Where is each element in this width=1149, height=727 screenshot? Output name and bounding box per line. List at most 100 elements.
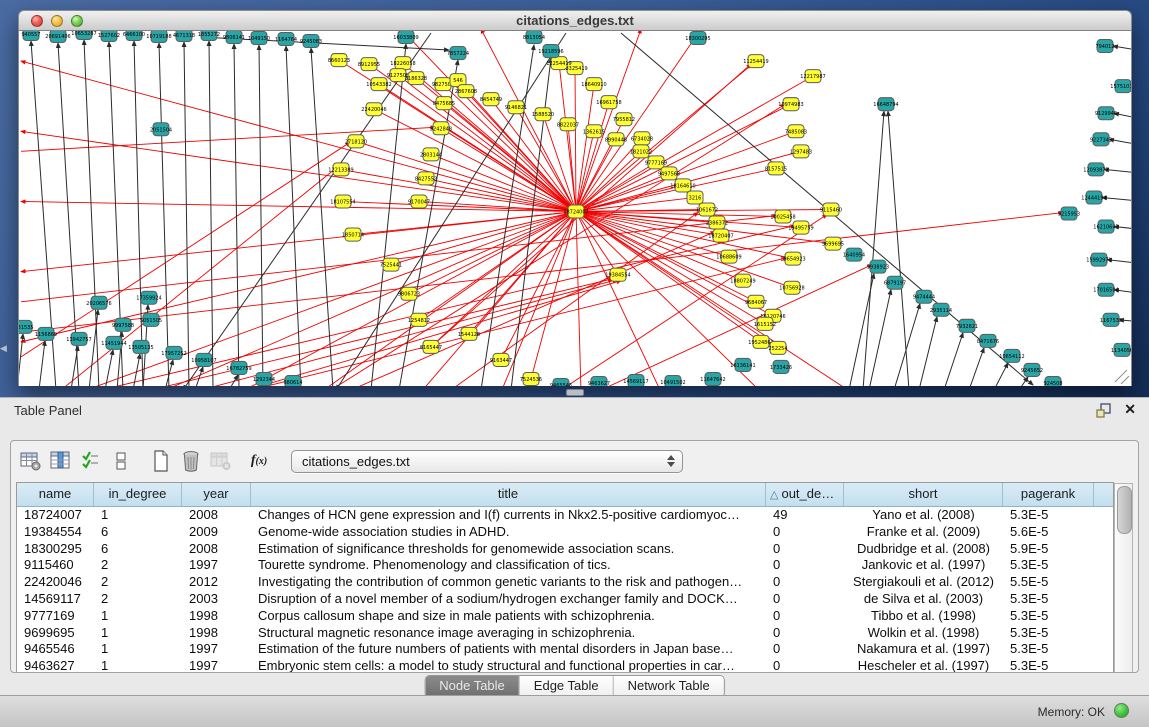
table-row[interactable]: 1830029562008Estimation of significance … — [17, 541, 1113, 558]
graph-node[interactable]: 2935114 — [930, 303, 952, 316]
graph-node[interactable]: 1544128 — [458, 327, 480, 340]
graph-node[interactable]: 1615152 — [754, 317, 776, 330]
graph-node[interactable]: 16210643 — [1093, 220, 1118, 233]
graph-node[interactable]: 8822037 — [557, 118, 579, 131]
table-cell[interactable]: 6 — [94, 524, 182, 541]
table-cell[interactable]: 1998 — [182, 625, 251, 642]
table-cell[interactable]: Hescheler et al. (1997) — [844, 658, 1003, 673]
float-panel-icon[interactable] — [1096, 403, 1111, 418]
graph-node[interactable]: 1254812 — [408, 313, 430, 326]
table-cell[interactable]: 18300295 — [17, 541, 94, 558]
table-cell[interactable]: 9463627 — [17, 658, 94, 673]
table-cell[interactable]: Estimation of significance thresholds fo… — [251, 541, 766, 558]
header-cell-name[interactable]: name — [17, 483, 94, 506]
table-cell[interactable]: Jankovic et al. (1997) — [844, 557, 1003, 574]
header-cell-short[interactable]: short — [844, 483, 1003, 506]
graph-node[interactable]: 9146821 — [505, 101, 527, 114]
graph-node[interactable]: 9806723 — [398, 287, 420, 300]
table-cell[interactable]: 1997 — [182, 557, 251, 574]
table-cell[interactable]: 1 — [94, 507, 182, 524]
graph-node[interactable]: 8186328 — [405, 72, 427, 85]
table-cell[interactable]: 1 — [94, 625, 182, 642]
graph-node[interactable]: 7932621 — [956, 319, 978, 332]
graph-node[interactable]: 8165447 — [420, 340, 442, 353]
table-cell[interactable]: Embryonic stem cells: a model to study s… — [251, 658, 766, 673]
graph-node[interactable]: 19495759 — [788, 221, 813, 234]
graph-node[interactable]: 16136141 — [730, 358, 755, 371]
graph-node[interactable]: 9684067 — [745, 295, 767, 308]
graph-node[interactable]: 18640910 — [581, 78, 606, 91]
graph-node[interactable]: 1362615 — [583, 125, 605, 138]
header-cell-title[interactable]: title — [251, 483, 766, 506]
graph-node[interactable]: 7524536 — [520, 372, 542, 385]
graph-node[interactable]: 252254 — [768, 341, 787, 354]
table-cell[interactable]: Corpus callosum shape and size in male p… — [251, 608, 766, 625]
graph-node[interactable]: 9699695 — [822, 237, 844, 250]
vertical-scrollbar[interactable] — [1114, 483, 1133, 673]
graph-node[interactable]: 5051505 — [140, 313, 162, 326]
table-cell[interactable]: 5.3E-5 — [1003, 625, 1094, 642]
table-cell[interactable]: 5.3E-5 — [1003, 641, 1094, 658]
close-panel-icon[interactable]: ✕ — [1124, 401, 1136, 418]
table-cell[interactable]: 0 — [766, 641, 844, 658]
table-cell[interactable]: 6 — [94, 541, 182, 558]
table-cell[interactable]: 18724007 — [17, 507, 94, 524]
table-cell[interactable]: de Silva et al. (2003) — [844, 591, 1003, 608]
header-cell-out_de[interactable]: △out_de… — [766, 483, 844, 506]
table-cell[interactable]: 0 — [766, 591, 844, 608]
graph-node[interactable]: 2718120 — [345, 135, 367, 148]
graph-node[interactable]: 9245083 — [300, 35, 322, 48]
graph-node[interactable]: 8912955 — [358, 58, 380, 71]
graph-node[interactable]: 1134059 — [1111, 343, 1131, 356]
graph-node[interactable]: 18226058 — [390, 57, 415, 70]
graph-node[interactable]: 8660123 — [328, 54, 350, 67]
table-cell[interactable]: 9777169 — [17, 608, 94, 625]
graph-node[interactable]: 3216 — [687, 191, 703, 204]
memory-ok-icon[interactable] — [1114, 703, 1129, 718]
table-cell[interactable]: 14569117 — [17, 591, 94, 608]
graph-node[interactable]: 1297483 — [790, 145, 812, 158]
citation-graph[interactable]: 1872400786601238912955182260589127508105… — [19, 31, 1131, 386]
graph-node[interactable]: 1061672 — [696, 203, 718, 216]
table-cell[interactable]: 5.9E-5 — [1003, 541, 1094, 558]
graph-node[interactable]: 331535 — [19, 320, 34, 333]
graph-node[interactable]: 18300295 — [685, 32, 710, 45]
graph-node[interactable]: 19218596 — [538, 45, 563, 58]
table-cell[interactable]: 2008 — [182, 507, 251, 524]
table-cell[interactable]: 5.3E-5 — [1003, 658, 1094, 673]
select-all-icon[interactable] — [79, 449, 103, 473]
function-builder-icon[interactable]: f(x) — [247, 449, 271, 473]
table-cell[interactable]: Genome-wide association studies in ADHD. — [251, 524, 766, 541]
graph-node[interactable]: 11647642 — [700, 372, 725, 385]
table-cell[interactable]: Estimation of the future numbers of pati… — [251, 641, 766, 658]
graph-node[interactable]: 16782759 — [226, 361, 251, 374]
graph-node[interactable]: 794012 — [1095, 40, 1114, 53]
show-column-icon[interactable] — [49, 449, 73, 473]
table-cell[interactable]: 0 — [766, 625, 844, 642]
split-divider-handle[interactable] — [566, 389, 584, 396]
graph-node[interactable]: 9474444 — [913, 290, 935, 303]
graph-node[interactable]: 14569117 — [623, 374, 648, 386]
graph-node[interactable]: 8475685 — [433, 97, 455, 110]
graph-node[interactable]: 1855272 — [198, 31, 220, 41]
table-cell[interactable]: Stergiakouli et al. (2012) — [844, 574, 1003, 591]
graph-node[interactable]: 2803144 — [420, 148, 442, 161]
graph-node[interactable]: 10025458 — [770, 210, 795, 223]
table-cell[interactable]: 1997 — [182, 658, 251, 673]
graph-node[interactable]: 12213389 — [328, 163, 353, 176]
graph-node[interactable]: 12444194 — [1081, 191, 1106, 204]
graph-node[interactable]: 10654112 — [999, 349, 1024, 362]
graph-node[interactable]: 1733426 — [770, 360, 792, 373]
trash-icon[interactable] — [179, 449, 203, 473]
graph-node[interactable]: 20691406 — [45, 31, 70, 43]
graph-node[interactable]: 940557 — [21, 31, 40, 41]
table-cell[interactable]: 2008 — [182, 541, 251, 558]
graph-node[interactable]: 2867608 — [455, 85, 477, 98]
graph-node[interactable]: 1821022 — [630, 145, 652, 158]
graph-node[interactable]: 9215953 — [1058, 207, 1080, 220]
table-source-dropdown[interactable]: citations_edges.txt — [291, 450, 683, 473]
graph-node[interactable]: 8427552 — [415, 172, 437, 185]
graph-node[interactable]: 1850714 — [342, 228, 364, 241]
row-height-icon[interactable] — [109, 449, 133, 473]
table-cell[interactable]: 1997 — [182, 641, 251, 658]
